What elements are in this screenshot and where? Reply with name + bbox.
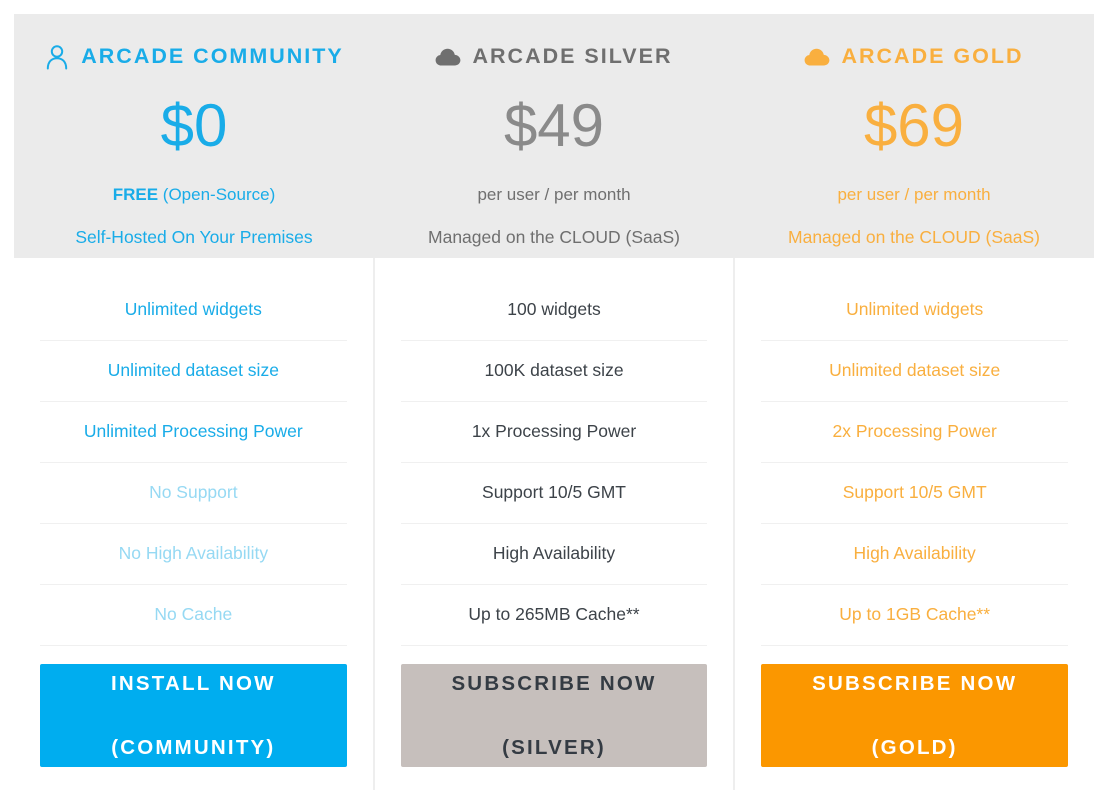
feature-item: No Cache — [40, 585, 347, 646]
feature-item: No High Availability — [40, 524, 347, 585]
plan-body-community: Unlimited widgets Unlimited dataset size… — [14, 258, 373, 790]
cta-line-2: (GOLD) — [871, 735, 958, 759]
cta-line-2: (COMMUNITY) — [111, 735, 276, 759]
feature-list-gold: Unlimited widgets Unlimited dataset size… — [761, 280, 1069, 646]
cloud-icon — [435, 44, 461, 70]
plan-title-community: ARCADE COMMUNITY — [81, 44, 344, 69]
plan-price-gold: $69 — [863, 92, 965, 159]
feature-item: Unlimited dataset size — [40, 341, 347, 402]
feature-list-silver: 100 widgets 100K dataset size 1x Process… — [400, 280, 708, 646]
cta-line-2: (SILVER) — [502, 735, 606, 759]
plan-title-row-gold: ARCADE GOLD — [804, 40, 1023, 74]
subscribe-now-silver-button[interactable]: SUBSCRIBE NOW (SILVER) — [400, 664, 708, 767]
plan-body-gold: Unlimited widgets Unlimited dataset size… — [733, 258, 1094, 790]
feature-item: 100 widgets — [400, 280, 708, 341]
plan-title-gold: ARCADE GOLD — [841, 44, 1024, 69]
feature-item: Unlimited widgets — [40, 280, 347, 341]
feature-item: Up to 1GB Cache** — [761, 585, 1069, 646]
feature-item: Unlimited Processing Power — [40, 402, 347, 463]
plan-subtitle-rest-silver: per user / per month — [477, 185, 631, 204]
cta-wrap-gold: SUBSCRIBE NOW (GOLD) — [761, 664, 1069, 767]
cta-line-1: INSTALL NOW — [111, 671, 276, 695]
feature-item: Support 10/5 GMT — [400, 463, 708, 524]
plan-subtitle-rest-gold: per user / per month — [837, 185, 991, 204]
plan-header-silver: ARCADE SILVER $49 per user / per month M… — [374, 14, 734, 258]
cloud-icon — [804, 44, 830, 70]
plan-subtitle-strong-community: FREE — [112, 185, 159, 204]
feature-item: Up to 265MB Cache** — [400, 585, 708, 646]
plan-subtitle-rest-community: (Open-Source) — [158, 185, 276, 204]
feature-item: High Availability — [400, 524, 708, 585]
feature-item: No Support — [40, 463, 347, 524]
cta-line-1: SUBSCRIBE NOW — [451, 671, 657, 695]
pricing-table: ARCADE COMMUNITY $0 FREE (Open-Source) S… — [14, 14, 1094, 790]
feature-item: 2x Processing Power — [761, 402, 1069, 463]
pricing-header-band: ARCADE COMMUNITY $0 FREE (Open-Source) S… — [14, 14, 1094, 258]
plan-subtitle-gold: per user / per month — [837, 186, 990, 203]
cta-wrap-community: INSTALL NOW (COMMUNITY) — [40, 664, 347, 767]
plan-header-gold: ARCADE GOLD $69 per user / per month Man… — [734, 14, 1094, 258]
plan-price-silver: $49 — [503, 92, 605, 159]
plan-hosting-gold: Managed on the CLOUD (SaaS) — [788, 227, 1040, 247]
feature-item: High Availability — [761, 524, 1069, 585]
cta-wrap-silver: SUBSCRIBE NOW (SILVER) — [400, 664, 708, 767]
plan-header-community: ARCADE COMMUNITY $0 FREE (Open-Source) S… — [14, 14, 374, 258]
feature-item: 100K dataset size — [400, 341, 708, 402]
install-now-community-button[interactable]: INSTALL NOW (COMMUNITY) — [40, 664, 347, 767]
plan-title-row-silver: ARCADE SILVER — [435, 40, 672, 74]
feature-item: Unlimited widgets — [761, 280, 1069, 341]
plan-hosting-community: Self-Hosted On Your Premises — [75, 227, 313, 247]
plan-body-silver: 100 widgets 100K dataset size 1x Process… — [372, 258, 734, 790]
plan-subtitle-community: FREE (Open-Source) — [113, 186, 276, 203]
feature-item: Support 10/5 GMT — [761, 463, 1069, 524]
feature-list-community: Unlimited widgets Unlimited dataset size… — [40, 280, 347, 646]
plan-hosting-silver: Managed on the CLOUD (SaaS) — [428, 227, 680, 247]
cta-line-1: SUBSCRIBE NOW — [812, 671, 1018, 695]
feature-item: 1x Processing Power — [400, 402, 708, 463]
subscribe-now-gold-button[interactable]: SUBSCRIBE NOW (GOLD) — [761, 664, 1069, 767]
user-icon — [44, 44, 70, 70]
plan-title-silver: ARCADE SILVER — [472, 44, 673, 69]
plan-title-row-community: ARCADE COMMUNITY — [44, 40, 344, 74]
feature-item: Unlimited dataset size — [761, 341, 1069, 402]
plan-subtitle-silver: per user / per month — [477, 186, 630, 203]
plan-price-community: $0 — [160, 92, 228, 159]
pricing-body-band: Unlimited widgets Unlimited dataset size… — [14, 258, 1094, 790]
